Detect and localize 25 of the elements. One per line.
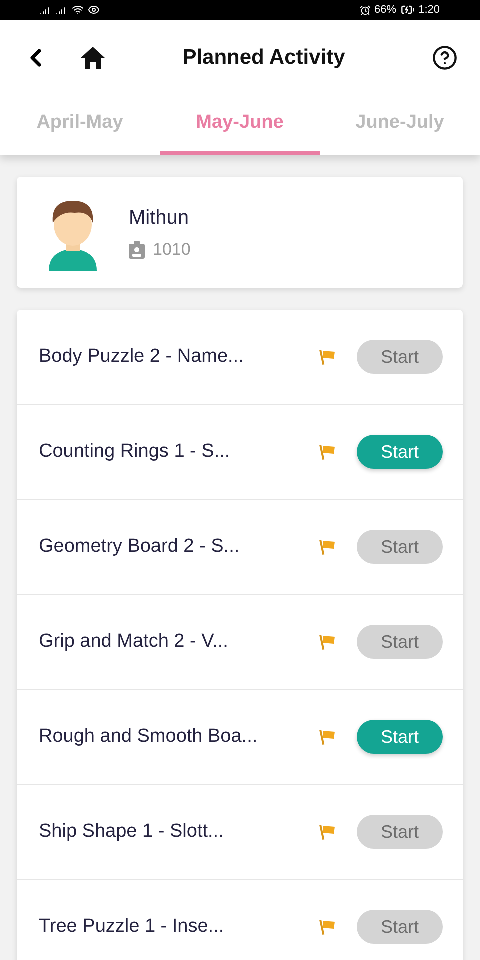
flag-icon: [319, 348, 337, 366]
home-icon[interactable]: [80, 46, 106, 70]
eye-icon: [88, 4, 100, 16]
page-title: Planned Activity: [182, 44, 346, 71]
flag-icon: [319, 918, 337, 936]
id-badge-icon: [129, 240, 145, 258]
battery-percent: 66%: [374, 2, 397, 18]
help-icon[interactable]: [432, 44, 458, 70]
flag-icon: [319, 633, 337, 651]
flag-icon: [319, 823, 337, 841]
flag-icon: [319, 443, 337, 461]
month-tab[interactable]: April-May: [0, 95, 160, 155]
student-name: Mithun: [129, 206, 190, 231]
activity-name[interactable]: Counting Rings 1 - S...: [39, 438, 319, 466]
flag-icon: [319, 728, 337, 746]
flag-icon: [319, 538, 337, 556]
student-id: 1010: [153, 238, 191, 261]
start-button[interactable]: Start: [357, 720, 443, 754]
start-button[interactable]: Start: [357, 435, 443, 469]
alarm-icon: [360, 4, 371, 16]
clock-time: 1:20: [418, 2, 440, 18]
month-tab[interactable]: May-June: [160, 95, 320, 155]
activity-name[interactable]: Rough and Smooth Boa...: [39, 722, 319, 752]
month-tab[interactable]: June-July: [320, 95, 480, 155]
battery-icon: [400, 3, 415, 17]
